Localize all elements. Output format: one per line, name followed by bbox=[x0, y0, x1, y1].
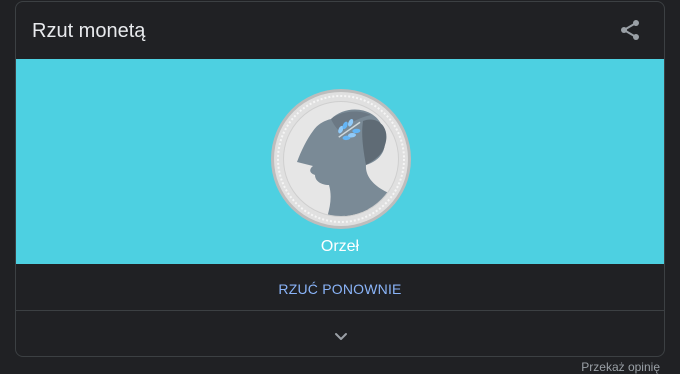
coin-flip-card: Rzut monetą Orzeł RZUĆ PONOWNIE bbox=[15, 1, 665, 357]
coin-heads-image[interactable] bbox=[271, 89, 411, 229]
flip-again-button[interactable]: RZUĆ PONOWNIE bbox=[16, 281, 664, 297]
card-title: Rzut monetą bbox=[32, 20, 146, 42]
expand-row bbox=[16, 311, 664, 356]
share-icon[interactable] bbox=[618, 18, 642, 42]
retry-row: RZUĆ PONOWNIE bbox=[16, 264, 664, 311]
feedback-link[interactable]: Przekaż opinię bbox=[581, 360, 660, 374]
coin-result-label: Orzeł bbox=[320, 238, 360, 255]
chevron-down-icon[interactable] bbox=[329, 324, 353, 348]
coin-stage: Orzeł bbox=[16, 59, 664, 264]
card-header: Rzut monetą bbox=[16, 2, 664, 59]
